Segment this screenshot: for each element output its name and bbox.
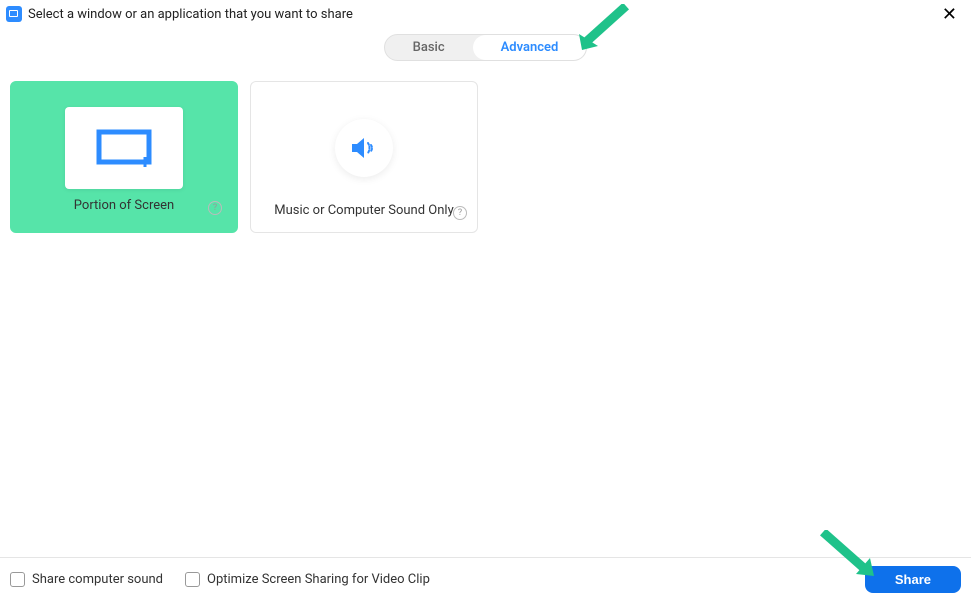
option-label: Music or Computer Sound Only bbox=[251, 203, 477, 218]
help-icon[interactable]: ? bbox=[453, 206, 467, 220]
speaker-icon bbox=[349, 135, 379, 161]
portion-icon-box bbox=[65, 107, 183, 189]
close-icon[interactable]: ✕ bbox=[942, 6, 957, 24]
optimize-video-checkbox[interactable]: Optimize Screen Sharing for Video Clip bbox=[185, 572, 430, 587]
dialog-header: Select a window or an application that y… bbox=[0, 0, 971, 26]
help-icon[interactable]: ? bbox=[208, 201, 222, 215]
checkbox-icon bbox=[185, 572, 200, 587]
zoom-app-icon bbox=[6, 6, 22, 22]
checkbox-icon bbox=[10, 572, 25, 587]
option-label: Portion of Screen bbox=[16, 198, 232, 213]
tab-bar: Basic Advanced bbox=[0, 34, 971, 61]
option-computer-sound[interactable]: Music or Computer Sound Only ? bbox=[250, 81, 478, 233]
share-button[interactable]: Share bbox=[865, 566, 961, 593]
tab-advanced[interactable]: Advanced bbox=[473, 35, 587, 60]
checkbox-label: Share computer sound bbox=[32, 572, 163, 587]
option-portion-of-screen[interactable]: Portion of Screen ? bbox=[10, 81, 238, 233]
tab-group: Basic Advanced bbox=[384, 34, 588, 61]
screen-portion-icon bbox=[96, 129, 152, 167]
dialog-footer: Share computer sound Optimize Screen Sha… bbox=[0, 557, 971, 601]
share-sound-checkbox[interactable]: Share computer sound bbox=[10, 572, 163, 587]
sound-icon-circle bbox=[335, 119, 393, 177]
tab-basic[interactable]: Basic bbox=[385, 35, 473, 60]
checkbox-label: Optimize Screen Sharing for Video Clip bbox=[207, 572, 430, 587]
dialog-title: Select a window or an application that y… bbox=[28, 7, 353, 22]
share-options: Portion of Screen ? Music or Computer So… bbox=[0, 81, 971, 233]
